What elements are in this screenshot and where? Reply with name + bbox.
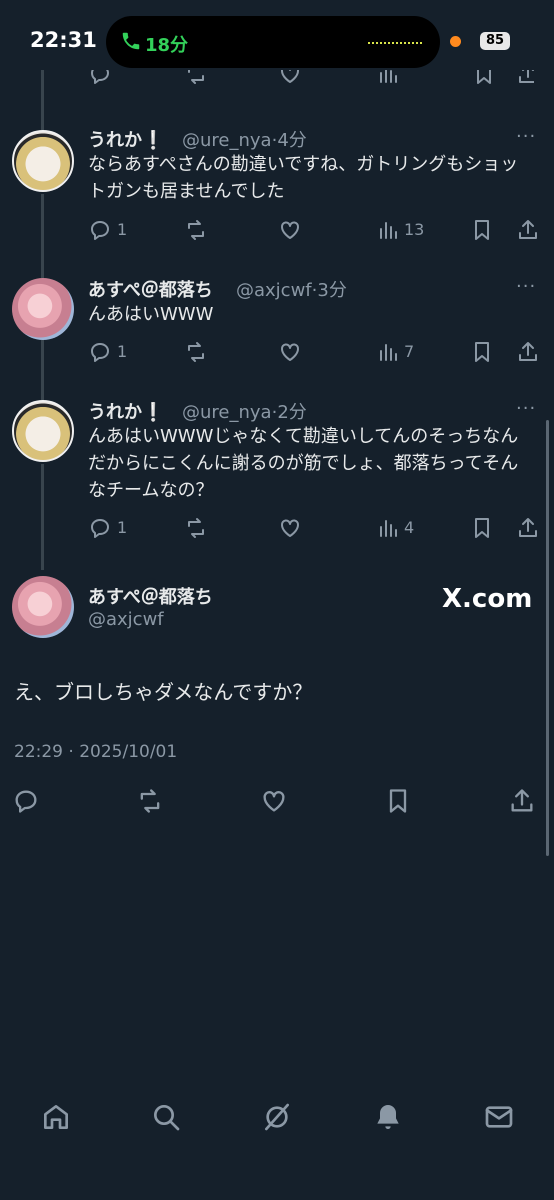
like-icon[interactable] bbox=[278, 70, 302, 86]
avatar[interactable] bbox=[12, 400, 74, 462]
action-bar: 1 4 bbox=[88, 516, 540, 542]
reply-count: 1 bbox=[117, 220, 128, 239]
share-icon[interactable] bbox=[516, 340, 540, 364]
mail-icon[interactable] bbox=[483, 1101, 515, 1133]
bookmark-icon[interactable] bbox=[470, 516, 494, 540]
bookmark-icon[interactable] bbox=[384, 787, 412, 815]
view-count: 13 bbox=[404, 220, 425, 239]
home-icon[interactable] bbox=[40, 1101, 72, 1133]
post-time: 3分 bbox=[317, 280, 347, 301]
share-icon[interactable] bbox=[516, 70, 534, 86]
scrollbar[interactable] bbox=[546, 420, 549, 856]
author-handle[interactable]: @axjcwf bbox=[88, 609, 164, 630]
search-icon[interactable] bbox=[150, 1101, 182, 1133]
avatar[interactable] bbox=[12, 278, 74, 340]
thread-line bbox=[41, 194, 44, 278]
reply-icon[interactable] bbox=[88, 516, 112, 540]
phone-icon bbox=[122, 32, 140, 50]
reply-icon[interactable] bbox=[88, 218, 112, 242]
call-waveform-icon bbox=[368, 42, 422, 44]
bottom-nav bbox=[0, 1070, 554, 1200]
share-icon[interactable] bbox=[516, 516, 540, 540]
grok-icon[interactable] bbox=[261, 1101, 293, 1133]
retweet-icon[interactable] bbox=[184, 516, 208, 540]
more-options[interactable]: ··· bbox=[516, 276, 536, 297]
view-count: 7 bbox=[404, 342, 415, 361]
retweet-icon[interactable] bbox=[184, 340, 208, 364]
more-options[interactable]: ··· bbox=[516, 398, 536, 419]
reply-count: 1 bbox=[117, 342, 128, 361]
previous-post-actions bbox=[88, 70, 534, 92]
reply-icon[interactable] bbox=[12, 787, 40, 815]
retweet-icon[interactable] bbox=[136, 787, 164, 815]
thread-line bbox=[41, 70, 44, 130]
reply-icon[interactable] bbox=[88, 70, 112, 86]
author-name[interactable]: あすぺ＠都落ち bbox=[88, 276, 213, 302]
like-icon[interactable] bbox=[278, 340, 302, 364]
author-handle[interactable]: @axjcwf·3分 bbox=[236, 276, 347, 302]
thread-line bbox=[41, 464, 44, 570]
like-icon[interactable] bbox=[278, 516, 302, 540]
retweet-icon[interactable] bbox=[184, 70, 208, 86]
bell-icon[interactable] bbox=[372, 1101, 404, 1133]
views-icon[interactable] bbox=[376, 218, 400, 242]
retweet-icon[interactable] bbox=[184, 218, 208, 242]
views-icon[interactable] bbox=[376, 340, 400, 364]
share-icon[interactable] bbox=[508, 787, 536, 815]
battery-level: 85 bbox=[480, 32, 510, 50]
author-name[interactable]: うれか❕ bbox=[88, 126, 164, 152]
reply-count: 1 bbox=[117, 518, 128, 537]
post-text: んあはいWWW bbox=[88, 304, 214, 325]
reply-icon[interactable] bbox=[88, 340, 112, 364]
recording-indicator bbox=[450, 36, 461, 47]
bookmark-icon[interactable] bbox=[470, 340, 494, 364]
view-count: 4 bbox=[404, 518, 415, 537]
action-bar bbox=[12, 787, 542, 817]
x-watermark: X.com bbox=[442, 584, 533, 614]
author-name[interactable]: うれか❕ bbox=[88, 398, 164, 424]
post-text: ならあすぺさんの勘違いですね、ガトリングもショットガンも居ませんでした bbox=[88, 154, 519, 202]
status-time: 22:31 bbox=[30, 28, 97, 52]
like-icon[interactable] bbox=[260, 787, 288, 815]
bookmark-icon[interactable] bbox=[472, 70, 496, 86]
thread-line bbox=[41, 340, 44, 400]
call-duration: 18分 bbox=[145, 35, 189, 56]
action-bar: 1 13 bbox=[88, 218, 540, 244]
like-icon[interactable] bbox=[278, 218, 302, 242]
bookmark-icon[interactable] bbox=[470, 218, 494, 242]
author-name[interactable]: あすぺ＠都落ち bbox=[88, 583, 213, 609]
post-text: んあはいWWWじゃなくて勘違いしてんのそっちなんだからにこくんに謝るのが筋でしょ… bbox=[88, 426, 519, 501]
post-time: 2分 bbox=[277, 402, 307, 423]
author-handle[interactable]: @ure_nya·4分 bbox=[182, 126, 307, 152]
action-bar: 1 7 bbox=[88, 340, 540, 366]
post-text: え、ブロしちゃダメなんですか？ bbox=[14, 680, 313, 704]
avatar[interactable] bbox=[12, 130, 74, 192]
post-timestamp: 22:29 · 2025/10/01 bbox=[14, 742, 178, 762]
avatar[interactable] bbox=[12, 576, 74, 638]
more-options[interactable]: ··· bbox=[516, 126, 536, 147]
views-icon[interactable] bbox=[376, 516, 400, 540]
views-icon[interactable] bbox=[376, 70, 400, 86]
share-icon[interactable] bbox=[516, 218, 540, 242]
author-handle[interactable]: @ure_nya·2分 bbox=[182, 398, 307, 424]
post-time: 4分 bbox=[277, 130, 307, 151]
